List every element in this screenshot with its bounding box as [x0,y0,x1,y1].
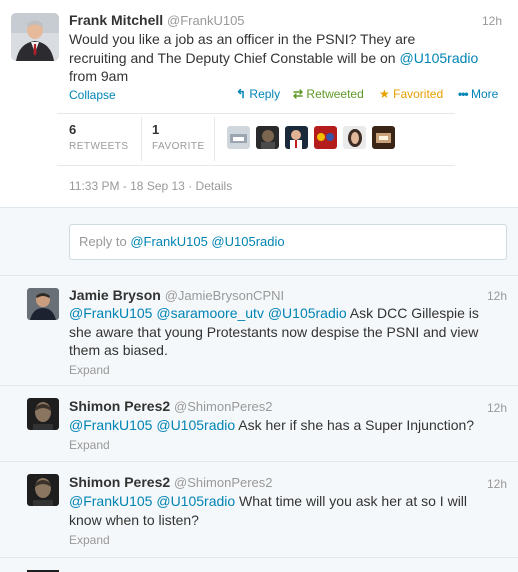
reply-mentions[interactable]: @FrankU105 @saramoore_utv @U105radio [69,305,347,321]
stats-divider-top [57,113,455,114]
favorite-stat[interactable]: 1 FAVORITE [152,122,205,152]
avatar-shimon-peres2[interactable] [27,398,59,430]
mention-link[interactable]: @U105radio [399,50,478,66]
favorite-count: 1 [152,122,160,137]
favorited-label: Favorited [393,87,444,101]
stats-divider [141,117,142,161]
reply-time[interactable]: 12h [487,289,507,303]
user-thumb-2[interactable] [256,126,279,149]
reply-mentions: @FrankU105 @U105radio [130,234,285,249]
more-dots-icon: ••• [458,87,469,101]
avatar-shimon-peres2[interactable] [27,474,59,506]
favorite-action[interactable]: ★ Favorited [379,87,443,101]
more-action[interactable]: ••• More [458,87,498,101]
dot-separator: · [188,179,193,193]
retweet-action[interactable]: ⇄ Retweeted [293,87,364,101]
reply-author-handle[interactable]: @ShimonPeres2 [174,399,272,414]
tweet-time[interactable]: 12h [482,14,502,28]
retweet-icon: ⇄ [293,87,304,101]
reply-label: Reply [249,87,281,101]
collapse-link[interactable]: Collapse [69,88,116,102]
favorite-label: FAVORITE [152,141,205,152]
reply-time[interactable]: 12h [487,401,507,415]
reply-prefix: Reply to [79,234,131,249]
tweet-timestamp[interactable]: 11:33 PM - 18 Sep 13 [69,179,185,193]
reply-input[interactable]: Reply to @FrankU105 @U105radio [69,224,507,260]
reply-author-name[interactable]: Shimon Peres2 [69,398,170,414]
reply-text-a: Ask her if she has a Super Injunction? [235,417,475,433]
reply-mentions[interactable]: @FrankU105 @U105radio [69,417,235,433]
expand-link[interactable]: Expand [69,363,110,377]
retweeted-label: Retweeted [306,87,364,101]
author-handle[interactable]: @FrankU105 [167,13,245,28]
details-link[interactable]: Details [196,179,233,193]
reply-author-handle[interactable]: @JamieBrysonCPNI [165,288,284,303]
user-thumb-6[interactable] [372,126,395,149]
reply-author-name[interactable]: Shimon Peres2 [69,474,170,490]
user-thumb-4[interactable] [314,126,337,149]
reply-text-a: Ask DCC Gillespie is [346,305,479,321]
reply-text: @FrankU105 @saramoore_utv @U105radio Ask… [69,304,509,360]
reply-area: Reply to @FrankU105 @U105radio [0,208,518,276]
tweet-text-line-3: from 9am [69,68,129,84]
tweet-timestamp-row: 11:33 PM - 18 Sep 13 · Details [69,179,232,193]
retweets-label: RETWEETS [69,141,129,152]
user-thumb-1[interactable] [227,126,250,149]
reply-text: @FrankU105 @U105radio What time will you… [69,492,509,529]
reply-text-c: them as biased. [69,342,168,358]
retweets-count: 6 [69,122,77,137]
reply-tweet[interactable]: Shimon Peres2 @ShimonPeres2 12h @FrankU1… [0,462,518,558]
avatar-frank-mitchell[interactable] [11,13,59,61]
reply-text-b: know when to listen? [69,511,199,528]
stats-divider-2 [214,117,215,161]
reply-author-name[interactable]: Jamie Bryson [69,287,161,303]
stats-divider-bottom [57,165,455,166]
tweet-text-line-2: recruiting and The Deputy Chief Constabl… [69,49,400,66]
reply-time[interactable]: 12h [487,477,507,491]
reply-text: @FrankU105 @U105radio Ask her if she has… [69,416,509,435]
reply-icon: ↰ [236,87,247,101]
reply-mentions[interactable]: @FrankU105 @U105radio [69,493,235,509]
tweet-text-line-1: Would you like a job as an officer in th… [69,31,416,47]
reply-tweet[interactable]: Shimon Peres2 @ShimonPeres2 12h @FrankU1… [0,386,518,462]
tweet-text: Would you like a job as an officer in th… [69,30,509,86]
avatar-jamie-bryson[interactable] [27,288,59,320]
user-thumb-5[interactable] [343,126,366,149]
reply-author-handle[interactable]: @ShimonPeres2 [174,475,272,490]
reply-tweet[interactable]: Jamie Bryson @JamieBrysonCPNI 12h @Frank… [0,276,518,386]
expand-link[interactable]: Expand [69,533,110,547]
reply-action[interactable]: ↰ Reply [236,87,280,101]
retweets-stat[interactable]: 6 RETWEETS [69,122,129,152]
main-tweet[interactable]: Frank Mitchell @FrankU105 12h Would you … [0,0,518,208]
star-icon: ★ [379,87,390,101]
expand-link[interactable]: Expand [69,438,110,452]
author-name[interactable]: Frank Mitchell [69,12,163,28]
more-label: More [470,87,499,101]
next-reply-partial [0,558,518,572]
reply-text-a: What time will you ask her at so I will [235,493,468,509]
user-thumb-3[interactable] [285,126,308,149]
reply-text-b: she aware that young Protestants now des… [69,323,479,340]
